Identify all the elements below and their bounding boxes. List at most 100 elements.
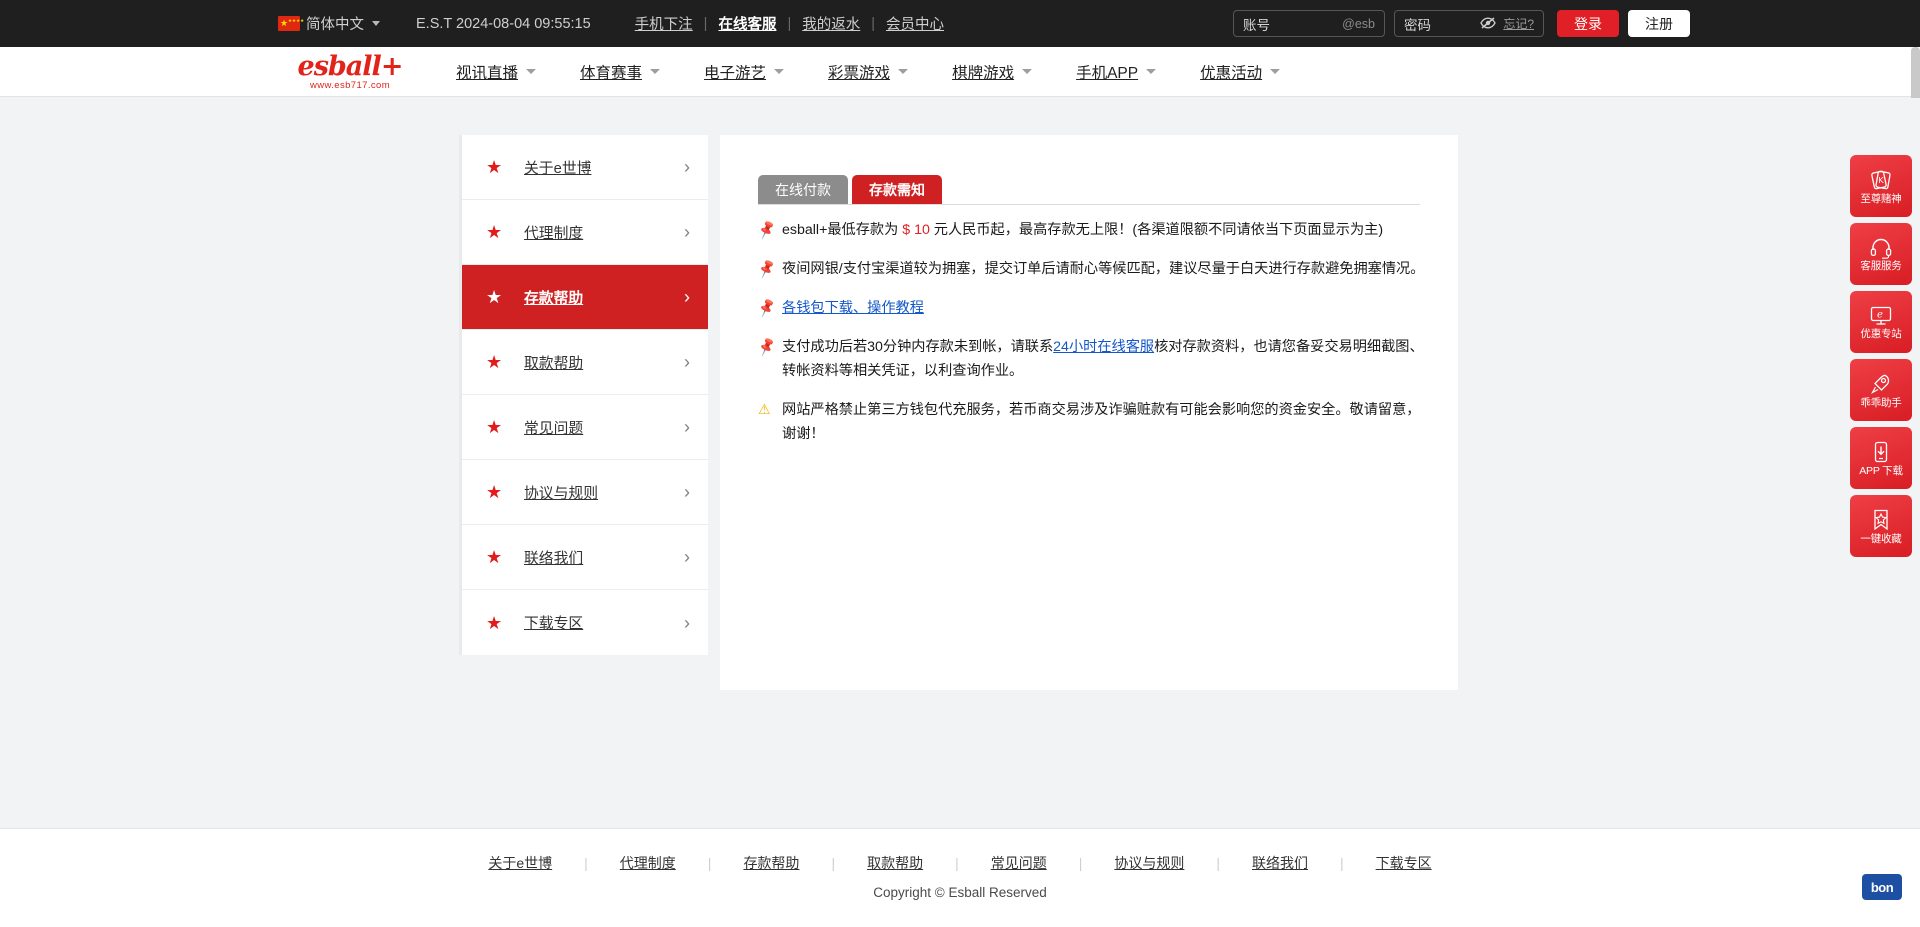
nav-item-lottery[interactable]: 彩票游戏 (828, 61, 909, 83)
chevron-down-icon (1270, 69, 1281, 74)
footer-link-faq[interactable]: 常见问题 (991, 853, 1047, 873)
login-button[interactable]: 登录 (1557, 10, 1619, 37)
dock-item-promo-station[interactable]: e 优惠专站 (1850, 291, 1912, 353)
footer-sep: | (1078, 855, 1083, 871)
dock-item-assistant[interactable]: 乖乖助手 (1850, 359, 1912, 421)
tab-online-payment[interactable]: 在线付款 (758, 175, 848, 204)
sidebar-item-agency[interactable]: ★ 代理制度 › (462, 200, 708, 265)
sidebar-item-label: 存款帮助 (524, 290, 584, 307)
sidebar-item-label: 协议与规则 (524, 485, 598, 502)
svg-text:K: K (1878, 176, 1884, 185)
notice-seg: 支付成功后若30分钟内存款未到帐，请联系 (782, 339, 1054, 355)
sidebar-item-downloads[interactable]: ★ 下载专区 › (462, 590, 708, 655)
eye-slash-icon[interactable] (1480, 16, 1497, 31)
svg-text:e: e (1877, 309, 1883, 320)
password-field[interactable]: 密码 忘记? (1394, 10, 1544, 37)
footer-link-about[interactable]: 关于e世博 (488, 853, 552, 873)
chevron-down-icon (1146, 69, 1157, 74)
tab-underline-rule (758, 204, 1420, 205)
nav-item-sports[interactable]: 体育赛事 (580, 61, 661, 83)
notice-text: 支付成功后若30分钟内存款未到帐，请联系24小时在线客服核对存款资料，也请您备妥… (782, 335, 1430, 383)
copyright-text: Copyright © Esball Reserved (873, 885, 1047, 900)
star-icon: ★ (486, 287, 503, 307)
support-24h-link[interactable]: 24小时在线客服 (1053, 339, 1154, 355)
sidebar-item-label: 常见问题 (524, 420, 584, 437)
footer-link-withdraw-help[interactable]: 取款帮助 (867, 853, 923, 873)
footer-link-deposit-help[interactable]: 存款帮助 (743, 853, 799, 873)
account-placeholder: @esb (1342, 16, 1375, 31)
nav-item-promotions[interactable]: 优惠活动 (1200, 61, 1281, 83)
account-field[interactable]: 账号 @esb (1233, 10, 1385, 37)
chevron-right-icon: › (684, 222, 690, 242)
sidebar-item-about[interactable]: ★ 关于e世博 › (462, 135, 708, 200)
wallet-tutorial-link[interactable]: 各钱包下载、操作教程 (782, 300, 924, 316)
logo-url: www.esb717.com (309, 79, 391, 91)
chevron-down-icon (372, 21, 380, 26)
dock-item-supreme-god[interactable]: K 至尊赌神 (1850, 155, 1912, 217)
nav-item-mobile-app[interactable]: 手机APP (1076, 61, 1157, 83)
star-icon: ★ (486, 352, 503, 372)
flag-big-star: ★ (280, 17, 289, 28)
footer-sep: | (584, 855, 588, 871)
footer-links: 关于e世博 | 代理制度 | 存款帮助 | 取款帮助 | 常见问题 | 协议与规… (0, 853, 1920, 873)
chevron-down-icon (1022, 69, 1033, 74)
chevron-down-icon (650, 69, 661, 74)
nav-item-chess-cards[interactable]: 棋牌游戏 (952, 61, 1033, 83)
topbar-link-online-support[interactable]: 在线客服 (718, 13, 776, 34)
pushpin-icon: 📌 (755, 257, 778, 279)
pushpin-icon: 📌 (755, 218, 778, 240)
topbar-link-my-rebate[interactable]: 我的返水 (802, 13, 860, 34)
flag-small-stars: ★★★★ (288, 17, 305, 23)
footer-sep: | (1340, 855, 1344, 871)
topbar-link-mobile-bet[interactable]: 手机下注 (635, 13, 693, 34)
sidebar-item-terms[interactable]: ★ 协议与规则 › (462, 460, 708, 525)
notice-row-warning: ⚠ 网站严格禁止第三方钱包代充服务，若币商交易涉及诈骗赃款有可能会影响您的资金安… (758, 398, 1430, 446)
notice-text: 网站严格禁止第三方钱包代充服务，若币商交易涉及诈骗赃款有可能会影响您的资金安全。… (782, 402, 1421, 442)
page-body: ★ 关于e世博 › ★ 代理制度 › ★ 存款帮助 › ★ 取款帮助 › ★ 常 (0, 98, 1920, 828)
nav-label: 棋牌游戏 (952, 64, 1015, 82)
china-flag-icon: ★ ★★★★ (278, 16, 304, 31)
content-card: 在线付款 存款需知 📌 esball+最低存款为 $ 10 元人民币起，最高存款… (720, 135, 1458, 690)
sidebar-item-contact[interactable]: ★ 联络我们 › (462, 525, 708, 590)
topbar-link-member-center[interactable]: 会员中心 (886, 13, 944, 34)
register-button[interactable]: 注册 (1628, 10, 1690, 37)
bon-brand-badge: bon (1862, 874, 1902, 900)
dock-caption: 乖乖助手 (1860, 396, 1902, 409)
nav-item-slots[interactable]: 电子游艺 (704, 61, 785, 83)
language-label: 简体中文 (306, 17, 364, 33)
notice-row: 📌 各钱包下载、操作教程 (756, 296, 1430, 320)
star-icon: ★ (486, 612, 503, 633)
password-label: 密码 (1404, 17, 1431, 33)
notice-row: 📌 支付成功后若30分钟内存款未到帐，请联系24小时在线客服核对存款资料，也请您… (756, 335, 1430, 383)
star-icon: ★ (486, 482, 503, 502)
footer-link-downloads[interactable]: 下载专区 (1376, 853, 1432, 873)
star-icon: ★ (486, 157, 503, 177)
notice-row: 📌 esball+最低存款为 $ 10 元人民币起，最高存款无上限！(各渠道限额… (755, 218, 1430, 242)
notice-text: 夜间网银/支付宝渠道较为拥塞，提交订单后请耐心等候匹配，建议尽量于白天进行存款避… (782, 261, 1425, 277)
dock-item-bookmark[interactable]: 一键收藏 (1850, 495, 1912, 557)
notice-row: 📌 夜间网银/支付宝渠道较为拥塞，提交订单后请耐心等候匹配，建议尽量于白天进行存… (755, 257, 1430, 281)
monitor-e-icon: e (1869, 305, 1893, 327)
tab-deposit-notice[interactable]: 存款需知 (852, 175, 942, 204)
footer-link-agency[interactable]: 代理制度 (620, 853, 676, 873)
warning-triangle-icon: ⚠ (758, 401, 771, 417)
nav-label: 电子游艺 (704, 64, 767, 82)
language-selector[interactable]: ★ ★★★★ 简体中文 (278, 13, 380, 34)
bookmark-star-icon (1869, 508, 1893, 532)
sidebar-item-faq[interactable]: ★ 常见问题 › (462, 395, 708, 460)
site-logo[interactable]: esball+ www.esb717.com (290, 52, 410, 91)
floating-side-dock: K 至尊赌神 客服服务 e 优惠专站 乖乖助手 APP 下载 一键收藏 (1850, 155, 1912, 557)
nav-item-live-video[interactable]: 视讯直播 (456, 61, 537, 83)
footer-link-contact[interactable]: 联络我们 (1252, 853, 1308, 873)
footer-link-terms[interactable]: 协议与规则 (1114, 853, 1184, 873)
rocket-icon (1869, 372, 1893, 396)
dock-item-customer-service[interactable]: 客服服务 (1850, 223, 1912, 285)
sidebar-item-label: 代理制度 (524, 225, 584, 242)
forgot-password-link[interactable]: 忘记? (1503, 15, 1534, 32)
dock-item-app-download[interactable]: APP 下载 (1850, 427, 1912, 489)
page-root: ★ ★★★★ 简体中文 E.S.T 2024-08-04 09:55:15 手机… (0, 0, 1920, 927)
sidebar-item-withdraw-help[interactable]: ★ 取款帮助 › (462, 330, 708, 395)
sidebar-item-deposit-help[interactable]: ★ 存款帮助 › (462, 265, 708, 330)
page-footer: 关于e世博 | 代理制度 | 存款帮助 | 取款帮助 | 常见问题 | 协议与规… (0, 828, 1920, 927)
sidebar-item-label: 联络我们 (524, 550, 584, 567)
